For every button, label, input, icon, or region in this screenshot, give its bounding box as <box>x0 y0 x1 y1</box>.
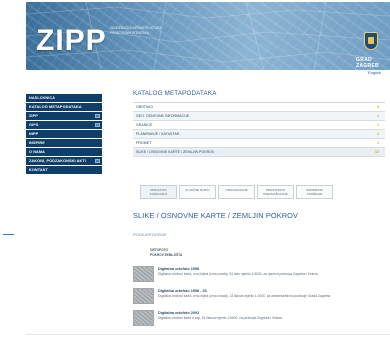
result-description: Digitalna ortofoto karta, crno-bijela (c… <box>158 294 331 298</box>
category-label: PLANIRANJE / KATASTAR <box>136 132 180 136</box>
tab-label: PRETRAŽIVANJE <box>263 192 288 196</box>
category-row-granice[interactable]: GRANICE 1 <box>133 121 385 130</box>
footer-divider <box>26 334 390 335</box>
result-title[interactable]: Digitalna ortofoto 1998 <box>158 267 199 271</box>
expand-icon[interactable] <box>95 123 100 127</box>
category-label: OBRTNICI <box>136 105 154 109</box>
result-item[interactable]: Digitalna ortofoto 1998 - 33 Digitalna o… <box>133 288 390 308</box>
category-count: 1 <box>377 114 379 118</box>
category-row-geo[interactable]: GEO. OSNOVNE INFORMACIJE 1 <box>133 112 385 121</box>
city-name: GRAD ZAGREB <box>356 57 379 69</box>
category-count: 2 <box>377 132 379 136</box>
sidebar-item-label: O NAMA <box>29 150 45 154</box>
sidebar-item-o-nama[interactable]: O NAMA <box>26 148 102 156</box>
sidebar-item-gips[interactable]: GIPS <box>26 121 102 129</box>
category-count: 1 <box>377 141 379 145</box>
main-content: KATALOG METAPODATAKA OBRTNICI 0 GEO. OSN… <box>133 90 385 326</box>
result-description: Digitalna ortofoto karta, crno-bijela (c… <box>158 272 318 276</box>
tab-label: ORGANIZACIJE <box>225 188 248 192</box>
sidebar-item-katalog[interactable]: KATALOG METAPODATAKA <box>26 103 102 111</box>
results-title: SLIKE / OSNOVNE KARTE / ZEMLJIN POKROV <box>133 211 299 220</box>
category-label: SLIKE / OSNOVNE KARTE / ZEMLJIN POKROV <box>136 150 215 154</box>
sidebar-item-label: NIPP <box>29 132 39 136</box>
sidebar-item-kontakt[interactable]: KONTAKT <box>26 166 102 174</box>
view-tabs: PRIKAZ PO KATEGORIJI KLJUČNE RIJEČI ORGA… <box>140 185 333 199</box>
header-banner: ZIPP ZAGREBAČKA INFRASTRUKTURA PROSTORNI… <box>26 2 390 70</box>
side-accent-line <box>3 234 14 235</box>
subcategory-link-pokrov[interactable]: POKROV ZEMLJIŠTA <box>150 253 182 258</box>
category-label: GEO. OSNOVNE INFORMACIJE <box>136 114 190 118</box>
site-tagline: ZAGREBAČKA INFRASTRUKTURA PROSTORNIH POD… <box>110 26 162 35</box>
tab-spatial-search[interactable]: PROSTORNO PRETRAŽIVANJE <box>257 185 294 199</box>
sidebar-item-label: ZIPP <box>29 114 38 118</box>
category-count: 0 <box>377 105 379 109</box>
category-label: PROMET <box>136 141 152 145</box>
sidebar-item-inspire[interactable]: INSPIRE <box>26 139 102 147</box>
sidebar-item-label: GIPS <box>29 123 39 127</box>
tab-advanced-search[interactable]: NAPREDNO TRAŽENJE <box>296 185 333 199</box>
result-item[interactable]: Digitalna ortofoto 2003 Digitalna ortofo… <box>133 310 390 330</box>
sidebar-item-label: INSPIRE <box>29 141 45 145</box>
result-description: Digitalna ortofoto karta u boji, 51 list… <box>158 316 282 320</box>
sidebar-item-label: KONTAKT <box>29 168 48 172</box>
result-title[interactable]: Digitalna ortofoto 2003 <box>158 311 199 315</box>
result-thumbnail[interactable] <box>133 310 154 326</box>
category-row-slike[interactable]: SLIKE / OSNOVNE KARTE / ZEMLJIN POKROV 1… <box>133 148 385 157</box>
sidebar-item-naslovnica[interactable]: NASLOVNICA <box>26 94 102 102</box>
result-thumbnail[interactable] <box>133 288 154 304</box>
sidebar-item-nipp[interactable]: NIPP <box>26 130 102 138</box>
category-row-promet[interactable]: PROMET 1 <box>133 139 385 148</box>
sidebar-nav: NASLOVNICA KATALOG METAPODATAKA ZIPP GIP… <box>26 94 102 175</box>
category-row-obrtnici[interactable]: OBRTNICI 0 <box>133 103 385 112</box>
subcategory-links: ORTOFOTO POKROV ZEMLJIŠTA <box>150 248 182 257</box>
result-title[interactable]: Digitalna ortofoto 1998 - 33 <box>158 289 207 293</box>
expand-icon[interactable] <box>95 159 100 163</box>
category-count: 1 <box>377 123 379 127</box>
sidebar-item-zakoni[interactable]: ZAKONI, PODZAKONSKI AKTI <box>26 157 102 165</box>
tab-label: KLJUČNE RIJEČI <box>185 188 210 192</box>
subcategories-label: PODKATEGORIJE <box>133 232 167 237</box>
tab-keywords[interactable]: KLJUČNE RIJEČI <box>179 185 216 199</box>
page-title: KATALOG METAPODATAKA <box>133 90 217 97</box>
sidebar-item-label: ZAKONI, PODZAKONSKI AKTI <box>29 159 86 163</box>
category-label: GRANICE <box>136 123 153 127</box>
tab-label: TRAŽENJE <box>306 192 323 196</box>
sidebar-item-label: KATALOG METAPODATAKA <box>29 105 82 109</box>
result-item[interactable]: Digitalna ortofoto 1998 Digitalna ortofo… <box>133 266 390 286</box>
category-row-planiranje[interactable]: PLANIRANJE / KATASTAR 2 <box>133 130 385 139</box>
coat-of-arms-icon <box>364 32 378 50</box>
language-link[interactable]: English <box>368 70 381 75</box>
tab-label: KATEGORIJI <box>149 192 168 196</box>
category-count: 12 <box>375 150 379 154</box>
site-logo[interactable]: ZIPP <box>36 24 107 58</box>
expand-icon[interactable] <box>95 114 100 118</box>
tab-organizations[interactable]: ORGANIZACIJE <box>218 185 255 199</box>
sidebar-item-zipp[interactable]: ZIPP <box>26 112 102 120</box>
sidebar-item-label: NASLOVNICA <box>29 96 56 100</box>
tab-category[interactable]: PRIKAZ PO KATEGORIJI <box>140 185 177 199</box>
result-thumbnail[interactable] <box>133 266 154 282</box>
category-list: OBRTNICI 0 GEO. OSNOVNE INFORMACIJE 1 GR… <box>133 102 385 157</box>
